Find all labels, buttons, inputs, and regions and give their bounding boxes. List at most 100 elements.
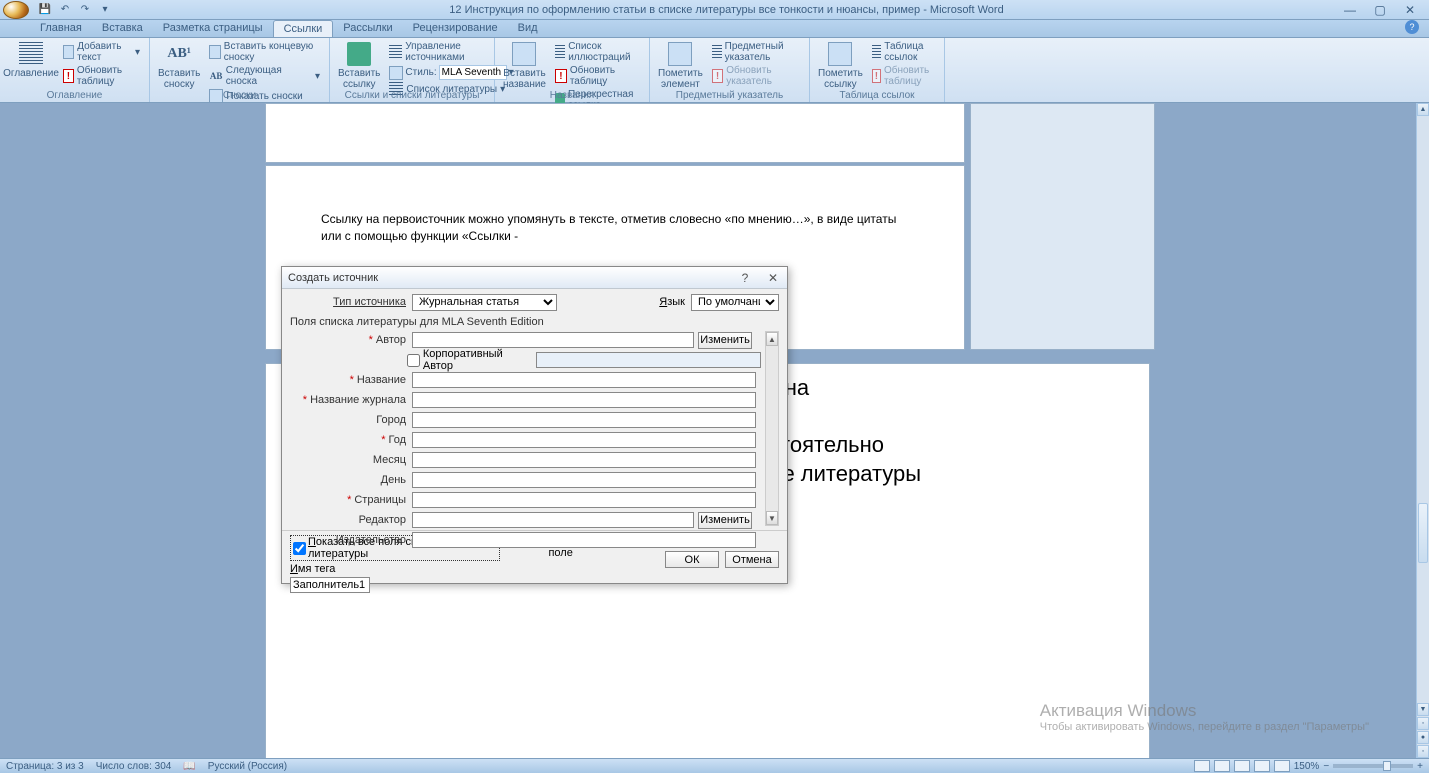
month-input[interactable] xyxy=(412,452,756,468)
city-input[interactable] xyxy=(412,412,756,428)
tab-references[interactable]: Ссылки xyxy=(273,20,334,37)
insert-endnote-button[interactable]: Вставить концевую сноску xyxy=(206,40,323,64)
tab-home[interactable]: Главная xyxy=(30,20,92,37)
document-text: Ссылку на первоисточник можно упомянуть … xyxy=(321,212,896,243)
list-figures-button[interactable]: Список иллюстраций xyxy=(552,40,643,64)
print-layout-view-icon[interactable] xyxy=(1194,760,1210,772)
scroll-down-icon[interactable]: ▼ xyxy=(1417,703,1429,716)
title-bar: 💾 ↶ ↷ ▾ 12 Инструкция по оформлению стат… xyxy=(0,0,1429,20)
prev-page-icon[interactable]: ◦ xyxy=(1417,717,1429,730)
zoom-out-icon[interactable]: − xyxy=(1323,761,1329,772)
side-preview-panel xyxy=(970,103,1155,350)
tab-mailings[interactable]: Рассылки xyxy=(333,20,402,37)
table-authorities-button[interactable]: Таблица ссылок xyxy=(869,40,938,64)
spellcheck-icon[interactable]: 📖 xyxy=(183,761,195,772)
citation-icon xyxy=(347,42,371,66)
corporate-author-input[interactable] xyxy=(536,352,761,368)
mark-citation-icon xyxy=(828,42,852,66)
pages-input[interactable] xyxy=(412,492,756,508)
edit-editor-button[interactable]: Изменить xyxy=(698,512,752,529)
scroll-thumb[interactable] xyxy=(1418,503,1428,563)
add-text-icon xyxy=(63,45,74,59)
zoom-in-icon[interactable]: + xyxy=(1417,761,1423,772)
office-button[interactable] xyxy=(3,1,29,19)
scroll-up-icon[interactable]: ▲ xyxy=(766,332,778,346)
publisher-input[interactable] xyxy=(412,532,756,548)
fields-section-label: Поля списка литературы для MLA Seventh E… xyxy=(290,313,779,331)
next-footnote-button[interactable]: ABСледующая сноска ▾ xyxy=(206,64,323,88)
minimize-button[interactable]: — xyxy=(1339,3,1361,17)
update-index-button[interactable]: !Обновить указатель xyxy=(709,64,803,88)
status-bar: Страница: 3 из 3 Число слов: 304 📖 Русск… xyxy=(0,758,1429,773)
ok-button[interactable]: ОК xyxy=(665,551,719,568)
zoom-slider[interactable] xyxy=(1333,764,1413,768)
toa-icon xyxy=(872,45,881,59)
scroll-down-icon[interactable]: ▼ xyxy=(766,511,778,525)
title-input[interactable] xyxy=(412,372,756,388)
page-previous xyxy=(265,103,965,163)
update-icon: ! xyxy=(712,69,723,83)
maximize-button[interactable]: ▢ xyxy=(1369,3,1391,17)
zoom-thumb[interactable] xyxy=(1383,761,1391,771)
manage-sources-icon xyxy=(389,45,402,59)
group-label: Предметный указатель xyxy=(650,90,809,101)
source-type-label: Тип источника xyxy=(290,296,412,308)
dialog-title: Создать источник xyxy=(288,272,378,284)
tab-view[interactable]: Вид xyxy=(508,20,548,37)
endnote-icon xyxy=(209,45,220,59)
insert-index-button[interactable]: Предметный указатель xyxy=(709,40,803,64)
day-input[interactable] xyxy=(412,472,756,488)
next-page-icon[interactable]: ◦ xyxy=(1417,745,1429,758)
full-screen-view-icon[interactable] xyxy=(1214,760,1230,772)
help-icon[interactable]: ? xyxy=(1405,20,1419,34)
close-button[interactable]: ✕ xyxy=(1399,3,1421,17)
cancel-button[interactable]: Отмена xyxy=(725,551,779,568)
browse-object-icon[interactable]: ● xyxy=(1417,731,1429,744)
update-toc-button[interactable]: !Обновить таблицу xyxy=(60,64,143,88)
qat-dropdown-icon[interactable]: ▾ xyxy=(96,2,114,18)
update-toa-button[interactable]: !Обновить таблицу xyxy=(869,64,938,88)
dialog-titlebar[interactable]: Создать источник ? ✕ xyxy=(282,267,787,289)
add-text-button[interactable]: Добавить текст ▾ xyxy=(60,40,143,64)
tag-name-input[interactable] xyxy=(290,577,370,593)
document-vertical-scrollbar[interactable]: ▲ ▼ ◦ ● ◦ xyxy=(1416,103,1429,758)
outline-view-icon[interactable] xyxy=(1254,760,1270,772)
edit-author-button[interactable]: Изменить xyxy=(698,332,752,349)
window-title: 12 Инструкция по оформлению статьи в спи… xyxy=(114,4,1339,16)
redo-icon[interactable]: ↷ xyxy=(76,2,94,18)
language-indicator[interactable]: Русский (Россия) xyxy=(208,761,287,772)
mark-entry-icon xyxy=(668,42,692,66)
dialog-scrollbar[interactable]: ▲ ▼ xyxy=(765,331,779,526)
toc-button[interactable]: Оглавление xyxy=(6,40,56,91)
tag-name-label: Имя тега xyxy=(290,563,500,575)
draft-view-icon[interactable] xyxy=(1274,760,1290,772)
tab-page-layout[interactable]: Разметка страницы xyxy=(153,20,273,37)
tab-insert[interactable]: Вставка xyxy=(92,20,153,37)
author-input[interactable] xyxy=(412,332,694,348)
group-label: Таблица ссылок xyxy=(810,90,944,101)
caption-icon xyxy=(512,42,536,66)
update-icon: ! xyxy=(555,69,567,83)
page-count[interactable]: Страница: 3 из 3 xyxy=(6,761,84,772)
zoom-level[interactable]: 150% xyxy=(1294,761,1320,772)
undo-icon[interactable]: ↶ xyxy=(56,2,74,18)
year-input[interactable] xyxy=(412,432,756,448)
scroll-up-icon[interactable]: ▲ xyxy=(1417,103,1429,116)
group-label: Оглавление xyxy=(0,90,149,101)
tab-review[interactable]: Рецензирование xyxy=(403,20,508,37)
toc-icon xyxy=(19,42,43,66)
source-type-select[interactable]: Журнальная статья xyxy=(412,294,557,311)
windows-activation-watermark: Активация Windows Чтобы активировать Win… xyxy=(1040,701,1369,733)
update-captions-button[interactable]: !Обновить таблицу xyxy=(552,64,643,88)
group-label: Ссылки и списки литературы xyxy=(330,90,494,101)
dialog-help-button[interactable]: ? xyxy=(737,270,753,285)
journal-input[interactable] xyxy=(412,392,756,408)
language-select[interactable]: По умолчанию xyxy=(691,294,779,311)
corporate-author-checkbox[interactable]: Корпоративный Автор xyxy=(407,348,530,372)
web-layout-view-icon[interactable] xyxy=(1234,760,1250,772)
word-count[interactable]: Число слов: 304 xyxy=(96,761,172,772)
editor-input[interactable] xyxy=(412,512,694,528)
dialog-close-button[interactable]: ✕ xyxy=(765,270,781,285)
language-label: ЯЯзыкзык xyxy=(659,296,691,308)
save-icon[interactable]: 💾 xyxy=(36,2,54,18)
